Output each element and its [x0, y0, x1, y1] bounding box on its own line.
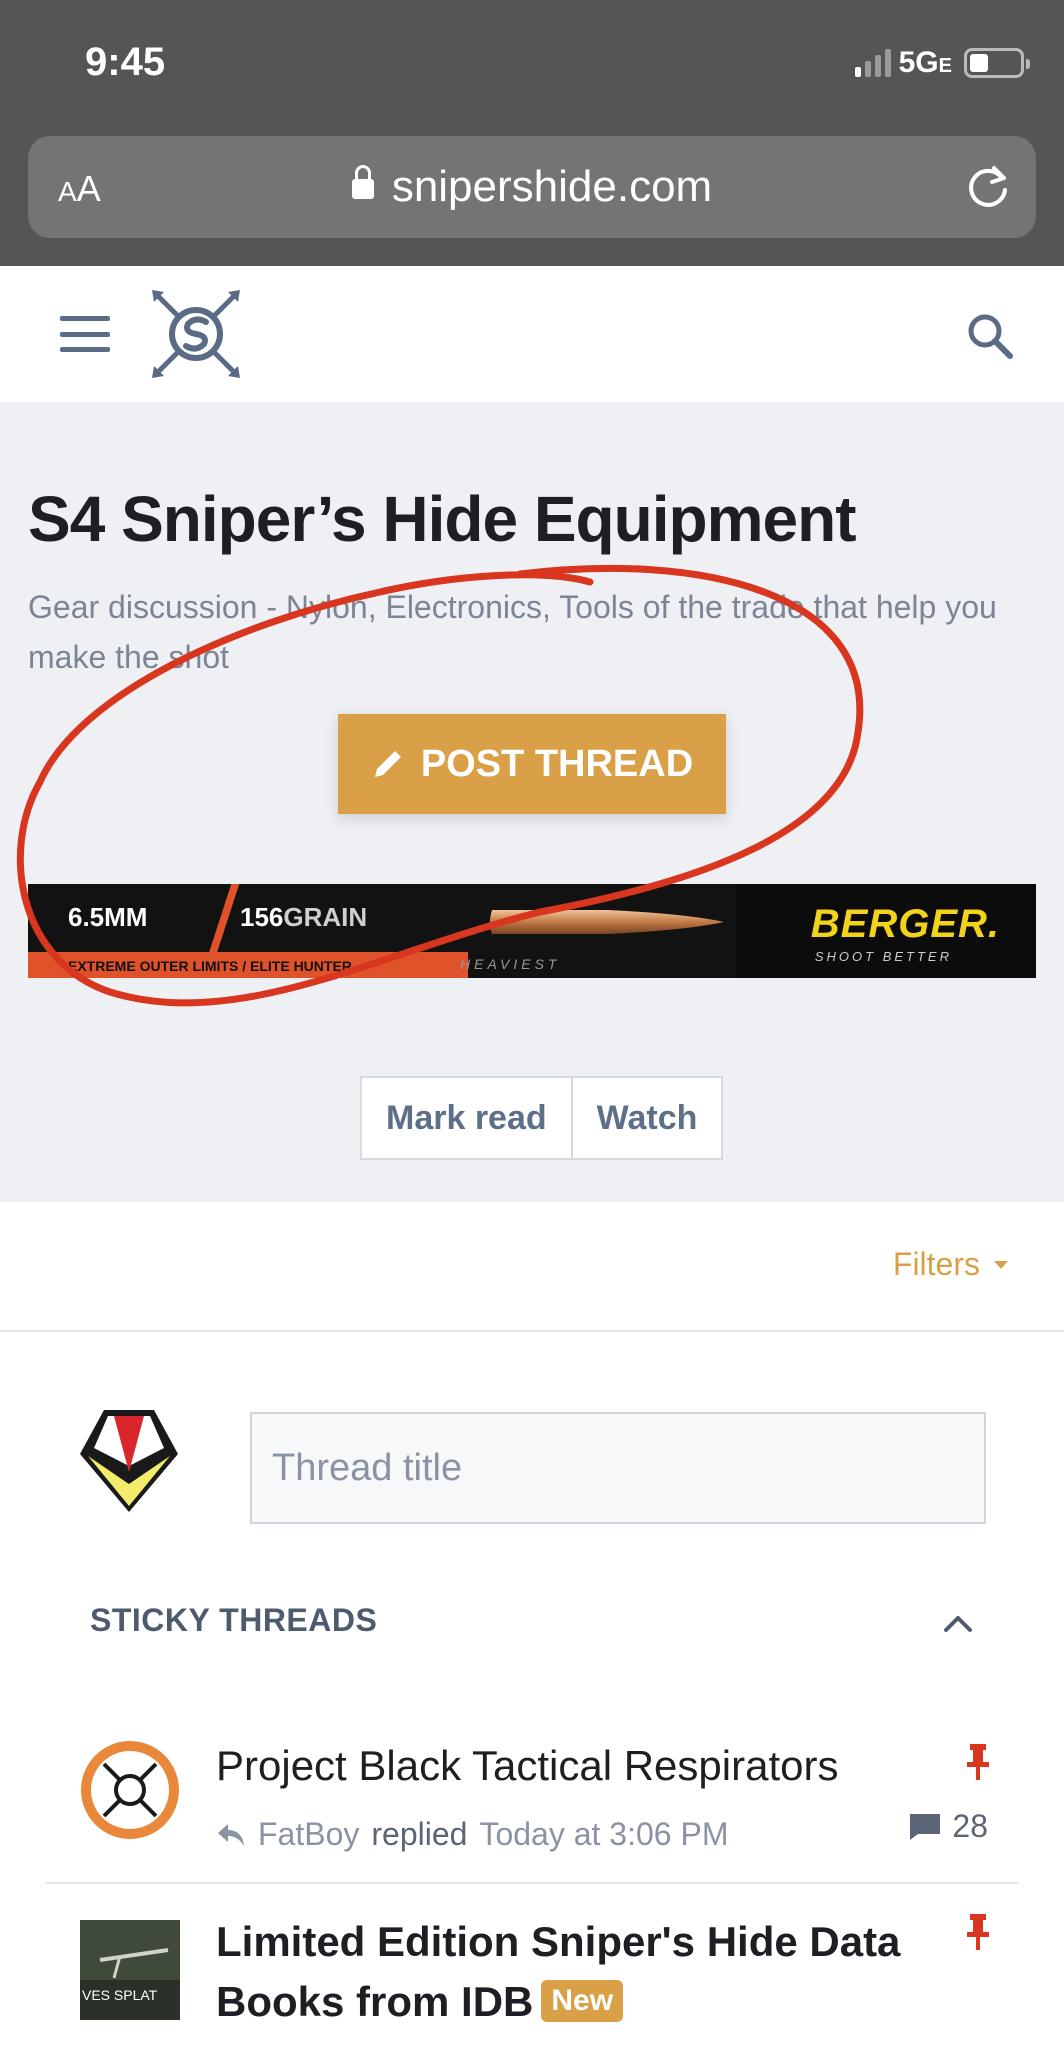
svg-text:VES SPLAT: VES SPLAT	[82, 1987, 158, 2003]
forum-header-section: S4 Sniper’s Hide Equipment Gear discussi…	[0, 402, 1064, 1202]
address-bar[interactable]: AA snipershide.com	[28, 136, 1036, 238]
reload-icon[interactable]	[962, 160, 1014, 212]
ad-caliber: 6.5MM	[68, 902, 148, 932]
watch-button[interactable]: Watch	[570, 1078, 722, 1158]
reply-count: 28	[908, 1808, 988, 1845]
thread-title[interactable]: Project Black Tactical Respirators	[216, 1742, 916, 1790]
thread-author-avatar[interactable]	[80, 1740, 180, 1840]
ad-subtitle: EXTREME OUTER LIMITS / ELITE HUNTER	[68, 958, 352, 974]
thread-row[interactable]: VES SPLAT Limited Edition Sniper's Hide …	[46, 1900, 1018, 2048]
berger-ad-banner[interactable]: 6.5MM 156GRAIN EXTREME OUTER LIMITS / EL…	[28, 884, 1036, 978]
sticky-threads-heading: STICKY THREADS	[90, 1602, 378, 1638]
ad-tagline: SHOOT BETTER	[814, 949, 952, 964]
filter-bar: Filters	[0, 1202, 1064, 1332]
pin-icon	[967, 1744, 989, 1780]
hamburger-icon[interactable]	[60, 316, 110, 352]
url-field[interactable]: snipershide.com	[28, 162, 1036, 212]
ad-brand: BERGER.	[810, 902, 1000, 946]
comment-icon	[910, 1813, 941, 1840]
battery-icon	[964, 48, 1030, 78]
search-icon[interactable]	[964, 310, 1016, 362]
network-label: 5GE	[898, 46, 952, 79]
post-thread-button[interactable]: POST THREAD	[338, 714, 726, 814]
site-header	[0, 266, 1064, 402]
chevron-up-icon[interactable]	[942, 1612, 974, 1636]
mark-read-button[interactable]: Mark read	[362, 1078, 571, 1158]
thread-thumbnail[interactable]: VES SPLAT	[80, 1920, 180, 2020]
forum-actions: Mark read Watch	[360, 1076, 724, 1160]
thread-time[interactable]: Today at 3:06 PM	[479, 1816, 728, 1853]
pencil-icon	[374, 751, 401, 777]
thread-row[interactable]: Project Black Tactical Respirators FatBo…	[46, 1720, 1018, 1884]
thread-title[interactable]: Limited Edition Sniper's Hide Data Books…	[216, 1912, 916, 2032]
thread-user[interactable]: FatBoy	[258, 1816, 359, 1853]
browser-chrome: 9:45 5GE AA snipershide.com	[0, 0, 1064, 266]
reply-icon	[218, 1823, 244, 1846]
ad-weight: 156GRAIN	[240, 902, 368, 932]
filters-dropdown[interactable]: Filters	[893, 1246, 1008, 1283]
ad-heaviest: HEAVIEST	[460, 956, 561, 972]
status-indicators: 5GE	[854, 46, 1030, 80]
snipers-hide-logo[interactable]	[148, 286, 244, 382]
signal-icon	[854, 49, 891, 77]
url-text: snipershide.com	[391, 162, 713, 211]
lock-icon	[351, 165, 374, 199]
avatar[interactable]	[74, 1406, 184, 1516]
chevron-down-icon	[994, 1260, 1008, 1269]
bullet-image	[490, 910, 724, 934]
thread-title-input[interactable]	[250, 1412, 986, 1524]
status-time: 9:45	[85, 40, 166, 84]
forum-description: Gear discussion - Nylon, Electronics, To…	[28, 589, 997, 675]
page-title: S4 Sniper’s Hide Equipment	[28, 483, 856, 555]
new-badge: New	[541, 1980, 624, 2022]
thread-meta: FatBoy replied Today at 3:06 PM	[216, 1816, 728, 1853]
pin-icon	[967, 1914, 989, 1950]
